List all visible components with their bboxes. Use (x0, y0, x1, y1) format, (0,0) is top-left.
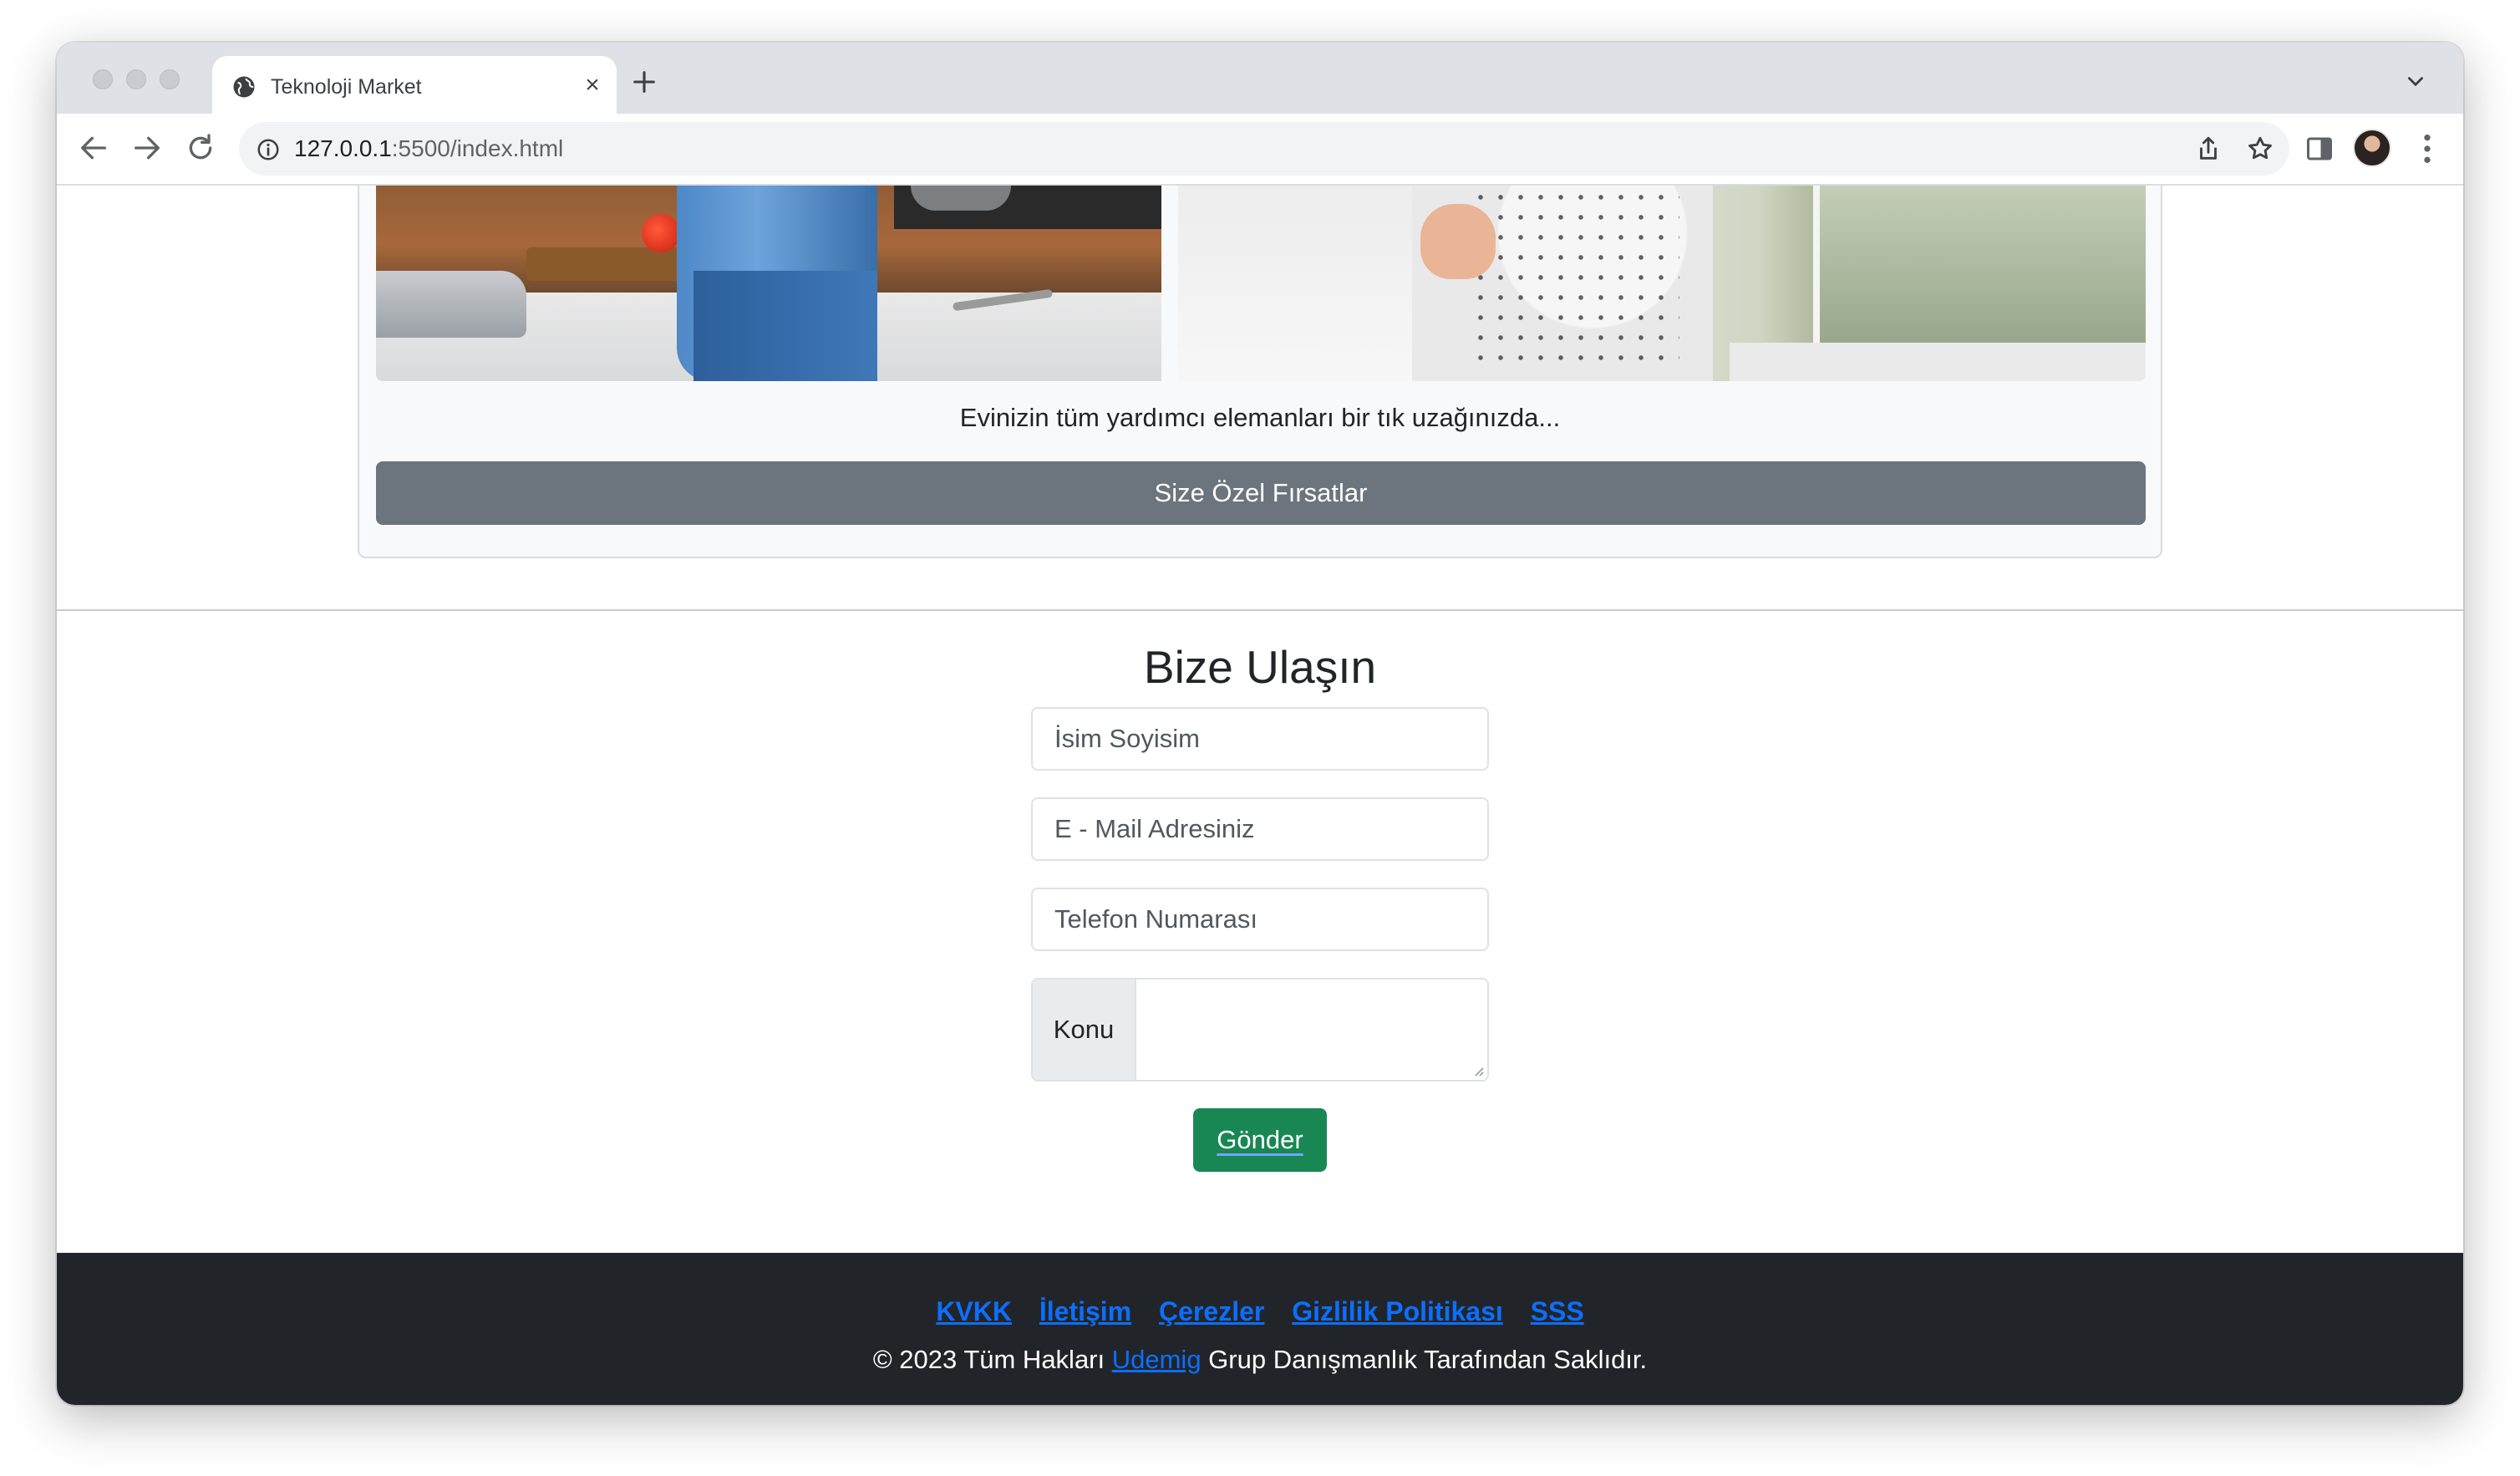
kitchen-photo (376, 186, 1161, 381)
info-icon[interactable] (256, 137, 281, 162)
subject-group: Konu (1031, 978, 1489, 1082)
send-button-label: Gönder (1217, 1125, 1303, 1154)
globe-icon (233, 76, 255, 98)
chevron-down-icon[interactable] (2405, 74, 2426, 89)
send-button[interactable]: Gönder (1193, 1108, 1327, 1172)
url-text: 127.0.0.1:5500/index.html (294, 135, 564, 161)
copyright-text: © 2023 Tüm Hakları Udemig Grup Danışmanl… (872, 1345, 1648, 1374)
close-icon[interactable]: × (580, 73, 605, 98)
girl-eating-photo (1178, 186, 2146, 381)
page-viewport: Evinizin tüm yardımcı elemanları bir tık… (57, 186, 2463, 1405)
star-icon[interactable] (2246, 135, 2274, 163)
footer-link-kvkk[interactable]: KVKK (936, 1296, 1012, 1326)
browser-toolbar: 127.0.0.1:5500/index.html (57, 114, 2463, 186)
tab-title: Teknoloji Market (271, 75, 422, 99)
browser-tab[interactable]: Teknoloji Market × (212, 56, 617, 114)
window-close-button[interactable] (93, 69, 113, 89)
special-deals-button[interactable]: Size Özel Fırsatlar (376, 461, 2146, 525)
side-panel-icon[interactable] (2304, 134, 2335, 164)
window-minimize-button[interactable] (126, 69, 146, 89)
tab-strip: Teknoloji Market × (57, 43, 2463, 114)
email-input[interactable] (1031, 797, 1489, 861)
udemig-link[interactable]: Udemig (1112, 1345, 1202, 1374)
subject-textarea[interactable] (1136, 980, 1487, 1080)
footer-link-faq[interactable]: SSS (1531, 1296, 1584, 1326)
name-input[interactable] (1031, 707, 1489, 771)
hero-caption: Evinizin tüm yardımcı elemanları bir tık… (959, 403, 1561, 432)
footer-link-contact[interactable]: İletişim (1039, 1296, 1131, 1326)
browser-window: Teknoloji Market × 127.0.0.1:5500/index.… (57, 43, 2463, 1405)
kebab-menu-icon[interactable] (2421, 132, 2433, 165)
footer-link-cookies[interactable]: Çerezler (1159, 1296, 1264, 1326)
site-footer: KVKK İletişim Çerezler Gizlilik Politika… (57, 1253, 2463, 1405)
share-icon[interactable] (2194, 135, 2223, 163)
footer-link-privacy[interactable]: Gizlilik Politikası (1292, 1296, 1503, 1326)
resize-grip-icon[interactable] (1471, 1063, 1484, 1076)
forward-arrow-icon[interactable] (130, 131, 164, 165)
back-arrow-icon[interactable] (77, 131, 110, 165)
section-divider (57, 609, 2463, 611)
window-maximize-button[interactable] (160, 69, 180, 89)
address-bar[interactable]: 127.0.0.1:5500/index.html (239, 122, 2289, 176)
reload-icon[interactable] (184, 131, 217, 165)
subject-label: Konu (1033, 980, 1136, 1080)
hero-card: Evinizin tüm yardımcı elemanları bir tık… (358, 186, 2162, 558)
phone-input[interactable] (1031, 888, 1489, 951)
contact-title: Bize Ulaşın (1143, 641, 1377, 693)
plus-icon[interactable] (630, 68, 658, 96)
footer-links: KVKK İletişim Çerezler Gizlilik Politika… (57, 1293, 2463, 1330)
avatar[interactable] (2353, 129, 2391, 167)
carousel-image (376, 186, 2146, 381)
